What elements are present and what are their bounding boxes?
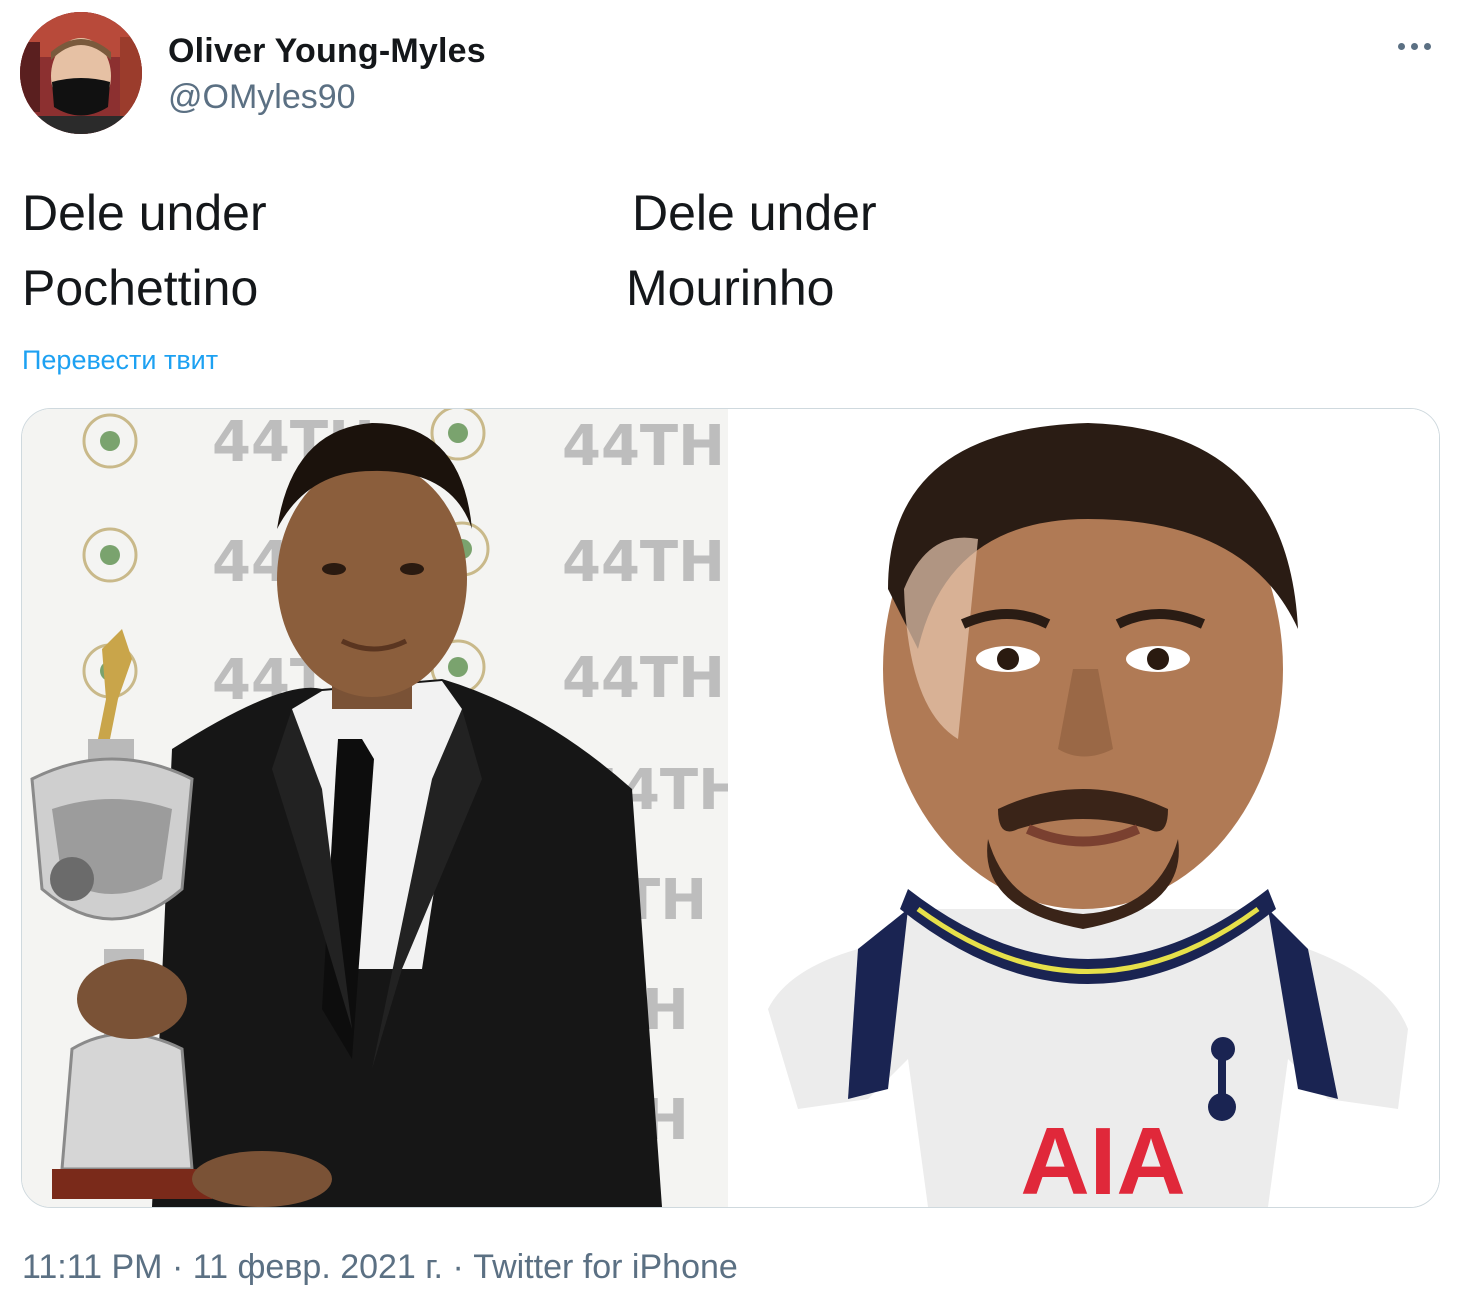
tweet-text-left-line1: Dele under [22, 185, 267, 241]
author-handle[interactable]: @OMyles90 [168, 78, 356, 117]
translate-tweet-link[interactable]: Перевести твит [22, 345, 218, 376]
dot [1397, 42, 1405, 50]
tweet-text-left-line2: Pochettino [22, 260, 259, 316]
tweet-date-link[interactable]: 11 февр. 2021 г. [193, 1248, 443, 1286]
dot [1410, 42, 1418, 50]
dot [1423, 42, 1431, 50]
meta-separator: · [171, 1248, 184, 1286]
player-doll-photo: AIA [728, 409, 1439, 1207]
backdrop-text: 44TH [562, 414, 725, 479]
tweet-header: Oliver Young-Myles @OMyles90 [20, 12, 1440, 142]
avatar[interactable] [20, 12, 142, 134]
avatar-photo [20, 12, 142, 134]
tweet-text-right-line2: Mourinho [626, 260, 835, 316]
tweet-text-right-line1: Dele under [632, 185, 877, 241]
backdrop-text: 44TH [562, 646, 725, 711]
tweet-media[interactable]: 44TH 44TH 44TH 44TH 44TH 44TH 44TH TH H … [21, 408, 1440, 1208]
meta-separator: · [452, 1248, 464, 1286]
sponsor-text: AIA [1020, 1108, 1185, 1207]
backdrop-text: 44TH [562, 530, 725, 595]
tweet-meta: 11:11 PM · 11 февр. 2021 г. · Twitter fo… [22, 1248, 738, 1287]
media-image-left[interactable]: 44TH 44TH 44TH 44TH 44TH 44TH 44TH TH H … [22, 409, 728, 1207]
more-dots-icon[interactable] [1392, 28, 1436, 64]
media-image-right[interactable]: AIA [728, 409, 1439, 1207]
author-name[interactable]: Oliver Young-Myles [168, 32, 486, 71]
tweet-time-link[interactable]: 11:11 PM [22, 1248, 162, 1286]
player-trophy-photo: 44TH 44TH 44TH 44TH 44TH 44TH 44TH TH H … [22, 409, 728, 1207]
tweet-source-link[interactable]: Twitter for iPhone [473, 1248, 738, 1286]
